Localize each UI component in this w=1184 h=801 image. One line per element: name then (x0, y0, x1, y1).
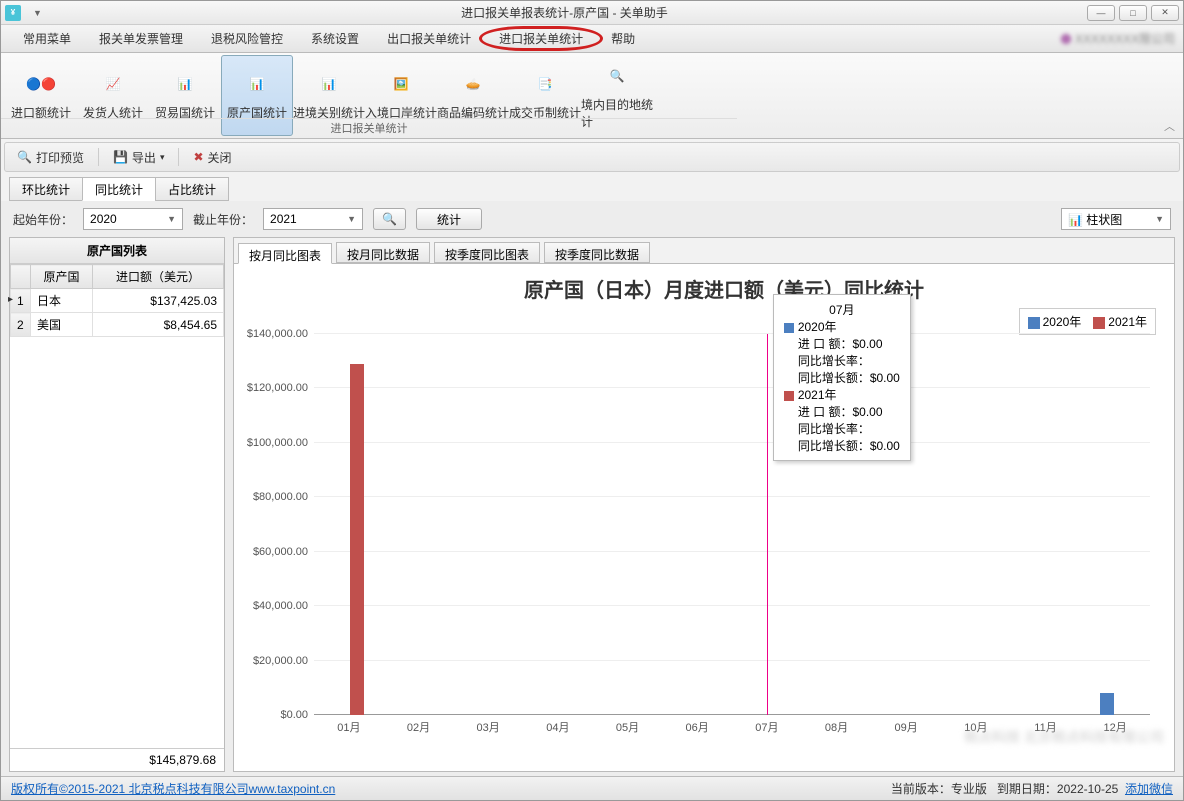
titlebar-dropdown-icon[interactable]: ▼ (33, 8, 42, 18)
x-tick-label: 07月 (755, 719, 778, 735)
legend-swatch-2021 (1093, 317, 1105, 329)
x-tick-label: 06月 (686, 719, 709, 735)
x-tick-label: 04月 (546, 719, 569, 735)
company-label: XXXXXXXX限公司 (1061, 30, 1175, 47)
y-tick-label: $100,000.00 (247, 437, 308, 449)
close-window-button[interactable]: ✕ (1151, 5, 1179, 21)
start-year-combo[interactable]: 2020▼ (83, 208, 183, 230)
y-tick-label: $120,000.00 (247, 382, 308, 394)
col-country[interactable]: 原产国 (31, 265, 93, 289)
titlebar: ¥ ▼ 进口报关单报表统计-原产国 - 关单助手 — □ ✕ (1, 1, 1183, 25)
tab-proportion[interactable]: 占比统计 (155, 177, 229, 201)
y-tick-label: $80,000.00 (253, 491, 308, 503)
statusbar: 版权所有©2015-2021 北京税点科技有限公司www.taxpoint.cn… (1, 776, 1183, 800)
app-icon: ¥ (5, 5, 21, 21)
country-list-title: 原产国列表 (10, 238, 224, 264)
stat-type-tabs: 环比统计 同比统计 占比统计 (1, 177, 1183, 201)
add-wechat-link[interactable]: 添加微信 (1125, 780, 1173, 797)
y-tick-label: $40,000.00 (253, 600, 308, 612)
chevron-down-icon: ▼ (347, 214, 356, 224)
window-title: 进口报关单报表统计-原产国 - 关单助手 (42, 4, 1087, 21)
x-tick-label: 09月 (895, 719, 918, 735)
copyright-link[interactable]: 版权所有©2015-2021 北京税点科技有限公司www.taxpoint.cn (11, 780, 335, 797)
save-icon: 💾 (113, 150, 128, 164)
menu-import-stats[interactable]: 进口报关单统计 (485, 26, 597, 51)
menu-common[interactable]: 常用菜单 (9, 26, 85, 51)
country-list-panel: 原产国列表 原产国进口额（美元） 1日本$137,425.03 2美国$8,45… (9, 237, 225, 772)
chevron-down-icon: ▼ (1155, 214, 1164, 224)
menu-refund[interactable]: 退税风险管控 (197, 26, 297, 51)
chart-tabs: 按月同比图表 按月同比数据 按季度同比图表 按季度同比数据 (234, 238, 1174, 264)
x-tick-label: 03月 (477, 719, 500, 735)
menu-help[interactable]: 帮助 (597, 26, 649, 51)
chart-title: 原产国（日本）月度进口额（美元）同比统计 (294, 274, 1154, 303)
table-row[interactable]: 2美国$8,454.65 (11, 313, 224, 337)
chart-area: 原产国（日本）月度进口额（美元）同比统计 2020年 2021年 $0.00$2… (234, 264, 1174, 771)
x-tick-label: 01月 (337, 719, 360, 735)
filter-bar: 起始年份： 2020▼ 截止年份： 2021▼ 🔍 统计 📊 柱状图▼ (1, 201, 1183, 237)
print-preview-button[interactable]: 🔍打印预览 (13, 147, 88, 168)
tab-monthly-data[interactable]: 按月同比数据 (336, 242, 430, 263)
maximize-button[interactable]: □ (1119, 5, 1147, 21)
total-amount: $145,879.68 (10, 748, 224, 771)
close-icon: ✖ (193, 150, 203, 164)
menu-export-stats[interactable]: 出口报关单统计 (373, 26, 485, 51)
end-year-combo[interactable]: 2021▼ (263, 208, 363, 230)
tab-quarter-data[interactable]: 按季度同比数据 (544, 242, 650, 263)
plot-area[interactable]: $0.00$20,000.00$40,000.00$60,000.00$80,0… (314, 334, 1150, 715)
legend-swatch-2020 (1028, 317, 1040, 329)
menubar: 常用菜单 报关单发票管理 退税风险管控 系统设置 出口报关单统计 进口报关单统计… (1, 25, 1183, 53)
x-tick-label: 08月 (825, 719, 848, 735)
y-tick-label: $140,000.00 (247, 328, 308, 340)
country-table: 原产国进口额（美元） 1日本$137,425.03 2美国$8,454.65 (10, 264, 224, 337)
y-tick-label: $60,000.00 (253, 546, 308, 558)
close-button[interactable]: ✖关闭 (189, 147, 235, 168)
chart-panel: 按月同比图表 按月同比数据 按季度同比图表 按季度同比数据 原产国（日本）月度进… (233, 237, 1175, 772)
version-info: 当前版本：专业版 到期日期：2022-10-25 (891, 780, 1118, 797)
search-button[interactable]: 🔍 (373, 208, 406, 230)
x-tick-label: 02月 (407, 719, 430, 735)
ribbon-group-label: 进口报关单统计 (1, 118, 737, 136)
stat-button[interactable]: 统计 (416, 208, 482, 230)
bar-2020年-12月[interactable] (1100, 693, 1114, 715)
hover-line (767, 334, 768, 715)
tab-yoy[interactable]: 同比统计 (82, 177, 156, 201)
ribbon: 🔵🔴进口额统计 📈发货人统计 📊贸易国统计 📊原产国统计 📊进境关别统计 🖼️入… (1, 53, 1183, 139)
ribbon-collapse-icon[interactable]: ︿ (1164, 118, 1175, 134)
minimize-button[interactable]: — (1087, 5, 1115, 21)
magnifier-icon: 🔍 (382, 212, 397, 226)
y-tick-label: $20,000.00 (253, 655, 308, 667)
chart-legend: 2020年 2021年 (1019, 308, 1156, 335)
tab-monthly-chart[interactable]: 按月同比图表 (238, 243, 332, 264)
toolbar: 🔍打印预览 💾导出▾ ✖关闭 (4, 142, 1180, 172)
bar-chart-icon: 📊 (1068, 213, 1083, 227)
chart-tooltip: 07月2020年进 口 额：$0.00同比增长率：同比增长额：$0.002021… (773, 294, 911, 461)
tab-ringratio[interactable]: 环比统计 (9, 177, 83, 201)
y-tick-label: $0.00 (280, 709, 308, 721)
watermark: 税点科技 北京税点科技有限公司 (964, 727, 1164, 747)
export-button[interactable]: 💾导出▾ (109, 147, 169, 168)
table-row[interactable]: 1日本$137,425.03 (11, 289, 224, 313)
bar-2021年-01月[interactable] (350, 364, 364, 715)
chevron-down-icon: ▼ (167, 214, 176, 224)
search-icon: 🔍 (17, 150, 32, 164)
x-tick-label: 05月 (616, 719, 639, 735)
col-amount[interactable]: 进口额（美元） (92, 265, 223, 289)
start-year-label: 起始年份： (13, 211, 73, 228)
tab-quarter-chart[interactable]: 按季度同比图表 (434, 242, 540, 263)
chart-type-combo[interactable]: 📊 柱状图▼ (1061, 208, 1171, 230)
end-year-label: 截止年份： (193, 211, 253, 228)
menu-settings[interactable]: 系统设置 (297, 26, 373, 51)
menu-invoice[interactable]: 报关单发票管理 (85, 26, 197, 51)
